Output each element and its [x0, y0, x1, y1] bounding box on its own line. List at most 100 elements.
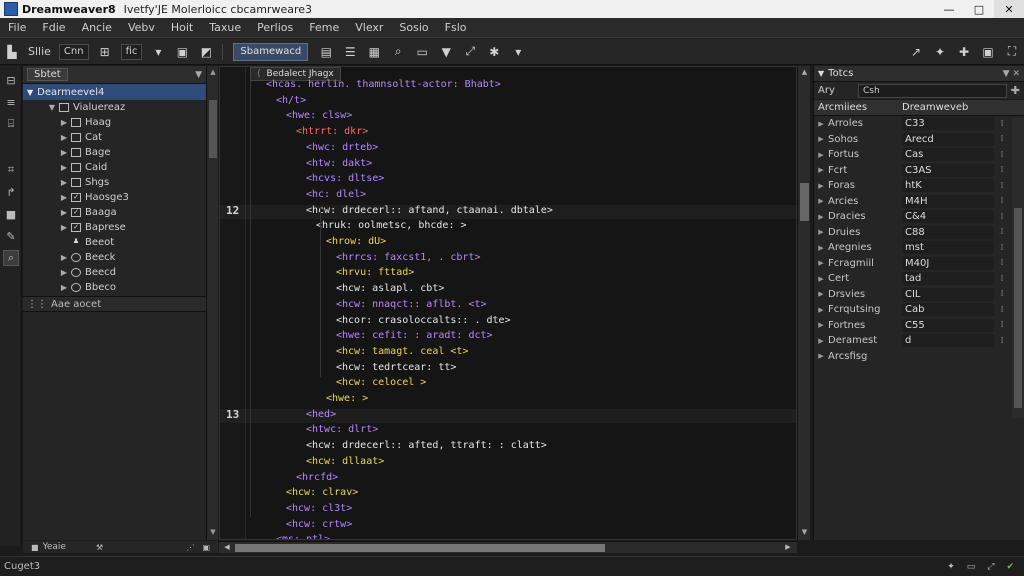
- edit-icon[interactable]: ⁞: [994, 119, 1010, 129]
- property-row[interactable]: ▶ Fcrt C3AS ⁞: [814, 163, 1024, 179]
- layout-icon[interactable]: ▤: [318, 44, 334, 60]
- chevron-right-icon[interactable]: ▶: [814, 275, 828, 283]
- file-tree-item[interactable]: ▶ Cat: [23, 130, 206, 145]
- property-value[interactable]: C33: [902, 117, 994, 131]
- menu-item[interactable]: Fdie: [34, 21, 73, 34]
- plugin-icon[interactable]: ✚: [956, 44, 972, 60]
- property-row[interactable]: ▶ Aregnies mst ⁞: [814, 240, 1024, 256]
- chevron-right-icon[interactable]: ▶: [814, 321, 828, 329]
- property-value[interactable]: Arecd: [902, 132, 994, 146]
- brush-icon[interactable]: ✎: [3, 228, 19, 244]
- chevron-right-icon[interactable]: ▶: [814, 182, 828, 190]
- edit-icon[interactable]: ⁞: [994, 305, 1010, 315]
- file-tree-item[interactable]: ▶ Beecd: [23, 265, 206, 280]
- chevron-right-icon[interactable]: ▶: [59, 133, 69, 142]
- file-tree-item[interactable]: ▶ Bbeco: [23, 280, 206, 295]
- maximize-button[interactable]: □: [964, 0, 994, 18]
- image-icon[interactable]: ▣: [174, 44, 190, 60]
- property-value[interactable]: CIL: [902, 287, 994, 301]
- property-value[interactable]: C88: [902, 225, 994, 239]
- fullscreen-icon[interactable]: ⛶: [1004, 44, 1020, 60]
- property-row[interactable]: ▶ Deramest d ⁞: [814, 333, 1024, 349]
- scroll-up-arrow-icon[interactable]: ▲: [799, 68, 810, 76]
- property-row[interactable]: ▶ Arcsfisg: [814, 349, 1024, 365]
- square-icon[interactable]: ■: [31, 543, 39, 552]
- editor-horizontal-scrollbar[interactable]: ◀ ▶: [219, 541, 797, 553]
- scroll-right-arrow-icon[interactable]: ▶: [783, 543, 793, 551]
- edit-icon[interactable]: ◩: [198, 44, 214, 60]
- chevron-right-icon[interactable]: ▶: [59, 163, 69, 172]
- scroll-up-arrow-icon[interactable]: ▲: [208, 68, 218, 78]
- property-row[interactable]: ▶ Fortnes C55 ⁞: [814, 318, 1024, 334]
- property-row[interactable]: ▶ Druies C88 ⁞: [814, 225, 1024, 241]
- code-editor[interactable]: ⟨ Bedalect Jhagx <hcas. herlin. thamnsol…: [219, 66, 797, 540]
- window-icon[interactable]: ▭: [414, 44, 430, 60]
- menu-item[interactable]: Taxue: [201, 21, 249, 34]
- dropdown-arrow-icon[interactable]: ▾: [150, 44, 166, 60]
- editor-vertical-scrollbar[interactable]: ▲ ▼: [797, 66, 810, 540]
- edit-icon[interactable]: ⁞: [994, 165, 1010, 175]
- edit-icon[interactable]: ⁞: [994, 212, 1010, 222]
- files-icon[interactable]: ≡: [3, 94, 19, 110]
- expand-icon[interactable]: ⤢: [987, 562, 994, 572]
- property-value[interactable]: M4H: [902, 194, 994, 208]
- search-icon[interactable]: ⌕: [390, 44, 406, 60]
- property-value[interactable]: Cas: [902, 148, 994, 162]
- scroll-left-arrow-icon[interactable]: ◀: [222, 543, 232, 551]
- property-row[interactable]: ▶ Arroles C33 ⁞: [814, 116, 1024, 132]
- snippets-icon[interactable]: ⌗: [3, 162, 19, 178]
- menu-item[interactable]: Fslo: [437, 21, 475, 34]
- files-panel-scrollbar[interactable]: ▲ ▼: [206, 66, 218, 540]
- file-tree-item[interactable]: ♟ Beeot: [23, 235, 206, 250]
- files-tab[interactable]: Sbtet: [27, 68, 68, 81]
- chevron-right-icon[interactable]: ▶: [814, 290, 828, 298]
- chevron-right-icon[interactable]: ▶: [59, 223, 69, 232]
- edit-icon[interactable]: ⁞: [994, 258, 1010, 268]
- css-icon[interactable]: ↱: [3, 184, 19, 200]
- chevron-right-icon[interactable]: ▶: [59, 283, 69, 292]
- edit-icon[interactable]: ⁞: [994, 196, 1010, 206]
- close-button[interactable]: ✕: [994, 0, 1024, 18]
- zoom-icon[interactable]: ⌕: [3, 250, 19, 266]
- properties-search-input[interactable]: Csh: [858, 83, 1007, 98]
- workspace-switch-button[interactable]: Sbamewacd: [233, 42, 309, 61]
- properties-scrollbar[interactable]: [1012, 118, 1024, 418]
- menu-dropdown-icon[interactable]: ▾: [510, 44, 526, 60]
- property-value[interactable]: C3AS: [902, 163, 994, 177]
- chevron-right-icon[interactable]: ▶: [59, 208, 69, 217]
- chevron-right-icon[interactable]: ▶: [59, 178, 69, 187]
- chevron-right-icon[interactable]: ▶: [814, 166, 828, 174]
- resize-grip-icon[interactable]: ⋰: [186, 543, 194, 552]
- format-select[interactable]: fic: [120, 43, 143, 60]
- wand-icon[interactable]: ✦: [932, 44, 948, 60]
- scroll-thumb[interactable]: [235, 544, 605, 552]
- panel-icon[interactable]: ▣: [980, 44, 996, 60]
- property-row[interactable]: ▶ Sohos Arecd ⁞: [814, 132, 1024, 148]
- chevron-down-icon[interactable]: ▼: [818, 69, 824, 78]
- scroll-down-arrow-icon[interactable]: ▼: [799, 528, 810, 536]
- tool-icon[interactable]: ⚒: [96, 543, 103, 552]
- tag-icon[interactable]: ⊞: [97, 44, 113, 60]
- menu-item[interactable]: Perlios: [249, 21, 301, 34]
- pointer-icon[interactable]: ↗: [908, 44, 924, 60]
- property-row[interactable]: ▶ Dracies C&4 ⁞: [814, 209, 1024, 225]
- menu-item[interactable]: Ancie: [74, 21, 120, 34]
- property-value[interactable]: mst: [902, 241, 994, 255]
- property-value[interactable]: htK: [902, 179, 994, 193]
- property-value[interactable]: C55: [902, 318, 994, 332]
- property-value[interactable]: Cab: [902, 303, 994, 317]
- edit-icon[interactable]: ⁞: [994, 289, 1010, 299]
- chevron-right-icon[interactable]: ▶: [59, 193, 69, 202]
- chevron-right-icon[interactable]: ▶: [814, 120, 828, 128]
- property-value[interactable]: tad: [902, 272, 994, 286]
- sparkle-icon[interactable]: ✦: [947, 562, 955, 572]
- view-select[interactable]: Cnn: [58, 43, 89, 60]
- file-tree-item[interactable]: ▶ ✓ Haosge3: [23, 190, 206, 205]
- site-root-row[interactable]: ▼ Dearmeevel4: [23, 84, 206, 100]
- scroll-thumb[interactable]: [209, 100, 217, 158]
- edit-icon[interactable]: ⁞: [994, 274, 1010, 284]
- chevron-right-icon[interactable]: ▶: [59, 148, 69, 157]
- edit-icon[interactable]: ⁞: [994, 181, 1010, 191]
- edit-icon[interactable]: ⁞: [994, 134, 1010, 144]
- chevron-right-icon[interactable]: ▶: [59, 268, 69, 277]
